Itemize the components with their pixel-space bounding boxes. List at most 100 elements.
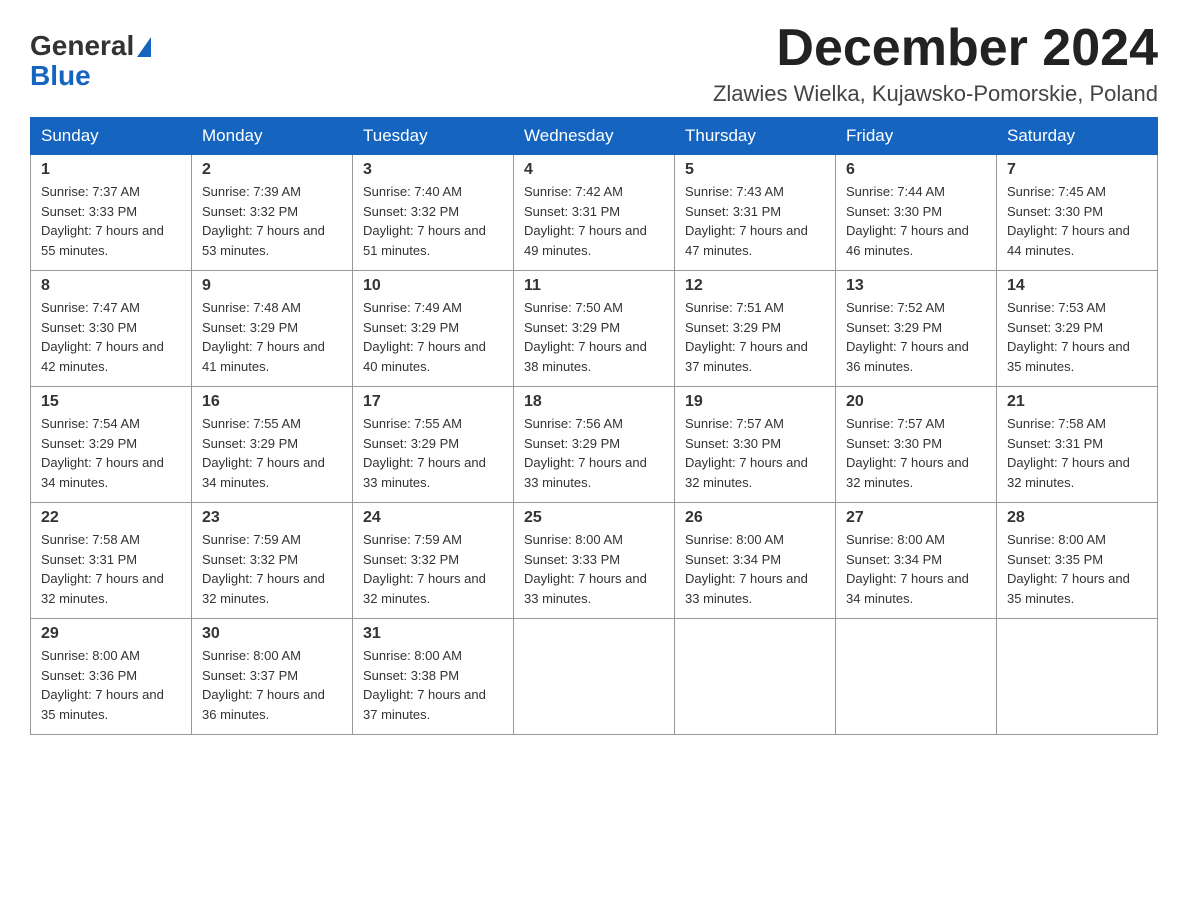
day-info: Sunrise: 7:49 AMSunset: 3:29 PMDaylight:… <box>363 298 503 376</box>
page: General Blue December 2024 Zlawies Wielk… <box>0 0 1188 765</box>
day-number: 16 <box>202 393 342 411</box>
calendar-cell: 20 Sunrise: 7:57 AMSunset: 3:30 PMDayligh… <box>836 387 997 503</box>
day-number: 31 <box>363 625 503 643</box>
calendar-cell: 19 Sunrise: 7:57 AMSunset: 3:30 PMDayligh… <box>675 387 836 503</box>
weekday-header-wednesday: Wednesday <box>514 118 675 155</box>
calendar-cell <box>675 619 836 735</box>
calendar-cell: 26 Sunrise: 8:00 AMSunset: 3:34 PMDayligh… <box>675 503 836 619</box>
header: General Blue December 2024 Zlawies Wielk… <box>30 20 1158 107</box>
calendar-cell: 23Sunrise: 7:59 AMSunset: 3:32 PMDayligh… <box>192 503 353 619</box>
day-number: 6 <box>846 161 986 179</box>
logo-row1: General <box>30 30 151 62</box>
calendar-cell: 6 Sunrise: 7:44 AMSunset: 3:30 PMDaylight… <box>836 155 997 271</box>
day-info: Sunrise: 7:40 AMSunset: 3:32 PMDaylight:… <box>363 182 503 260</box>
day-info: Sunrise: 7:48 AMSunset: 3:29 PMDaylight:… <box>202 298 342 376</box>
weekday-header-thursday: Thursday <box>675 118 836 155</box>
day-number: 23 <box>202 509 342 527</box>
day-info: Sunrise: 7:44 AMSunset: 3:30 PMDaylight:… <box>846 182 986 260</box>
calendar-cell: 1Sunrise: 7:37 AMSunset: 3:33 PMDaylight… <box>31 155 192 271</box>
day-number: 20 <box>846 393 986 411</box>
location-title: Zlawies Wielka, Kujawsko-Pomorskie, Pola… <box>713 81 1158 107</box>
calendar-cell: 31Sunrise: 8:00 AMSunset: 3:38 PMDayligh… <box>353 619 514 735</box>
calendar-cell: 22 Sunrise: 7:58 AMSunset: 3:31 PMDayligh… <box>31 503 192 619</box>
day-number: 10 <box>363 277 503 295</box>
day-info: Sunrise: 7:37 AMSunset: 3:33 PMDaylight:… <box>41 182 181 260</box>
calendar-cell: 10 Sunrise: 7:49 AMSunset: 3:29 PMDayligh… <box>353 271 514 387</box>
day-number: 4 <box>524 161 664 179</box>
day-info: Sunrise: 8:00 AMSunset: 3:34 PMDaylight:… <box>685 530 825 608</box>
calendar-cell: 28 Sunrise: 8:00 AMSunset: 3:35 PMDayligh… <box>997 503 1158 619</box>
day-number: 25 <box>524 509 664 527</box>
calendar-cell: 21 Sunrise: 7:58 AMSunset: 3:31 PMDayligh… <box>997 387 1158 503</box>
weekday-header-monday: Monday <box>192 118 353 155</box>
calendar-header: SundayMondayTuesdayWednesdayThursdayFrid… <box>31 118 1158 155</box>
week-row-2: 8 Sunrise: 7:47 AMSunset: 3:30 PMDaylight… <box>31 271 1158 387</box>
calendar-cell: 3 Sunrise: 7:40 AMSunset: 3:32 PMDaylight… <box>353 155 514 271</box>
weekday-header-friday: Friday <box>836 118 997 155</box>
calendar-cell <box>514 619 675 735</box>
day-info: Sunrise: 7:58 AMSunset: 3:31 PMDaylight:… <box>41 530 181 608</box>
day-number: 7 <box>1007 161 1147 179</box>
day-info: Sunrise: 7:50 AMSunset: 3:29 PMDaylight:… <box>524 298 664 376</box>
calendar-body: 1Sunrise: 7:37 AMSunset: 3:33 PMDaylight… <box>31 155 1158 735</box>
weekday-header-sunday: Sunday <box>31 118 192 155</box>
calendar-cell: 25Sunrise: 8:00 AMSunset: 3:33 PMDayligh… <box>514 503 675 619</box>
calendar-cell: 12 Sunrise: 7:51 AMSunset: 3:29 PMDayligh… <box>675 271 836 387</box>
day-info: Sunrise: 7:57 AMSunset: 3:30 PMDaylight:… <box>846 414 986 492</box>
day-info: Sunrise: 7:55 AMSunset: 3:29 PMDaylight:… <box>202 414 342 492</box>
logo-blue-text: Blue <box>30 60 151 92</box>
calendar-cell: 16 Sunrise: 7:55 AMSunset: 3:29 PMDayligh… <box>192 387 353 503</box>
day-number: 14 <box>1007 277 1147 295</box>
day-number: 17 <box>363 393 503 411</box>
day-number: 29 <box>41 625 181 643</box>
calendar-cell: 14Sunrise: 7:53 AMSunset: 3:29 PMDayligh… <box>997 271 1158 387</box>
day-info: Sunrise: 7:57 AMSunset: 3:30 PMDaylight:… <box>685 414 825 492</box>
day-number: 21 <box>1007 393 1147 411</box>
day-number: 18 <box>524 393 664 411</box>
day-info: Sunrise: 7:58 AMSunset: 3:31 PMDaylight:… <box>1007 414 1147 492</box>
calendar-cell: 11Sunrise: 7:50 AMSunset: 3:29 PMDayligh… <box>514 271 675 387</box>
day-number: 28 <box>1007 509 1147 527</box>
calendar-cell: 30Sunrise: 8:00 AMSunset: 3:37 PMDayligh… <box>192 619 353 735</box>
calendar-cell: 2Sunrise: 7:39 AMSunset: 3:32 PMDaylight… <box>192 155 353 271</box>
day-number: 19 <box>685 393 825 411</box>
calendar-cell: 24Sunrise: 7:59 AMSunset: 3:32 PMDayligh… <box>353 503 514 619</box>
weekday-header-saturday: Saturday <box>997 118 1158 155</box>
day-info: Sunrise: 7:42 AMSunset: 3:31 PMDaylight:… <box>524 182 664 260</box>
day-number: 2 <box>202 161 342 179</box>
day-info: Sunrise: 7:56 AMSunset: 3:29 PMDaylight:… <box>524 414 664 492</box>
calendar-cell: 29 Sunrise: 8:00 AMSunset: 3:36 PMDayligh… <box>31 619 192 735</box>
week-row-1: 1Sunrise: 7:37 AMSunset: 3:33 PMDaylight… <box>31 155 1158 271</box>
day-info: Sunrise: 8:00 AMSunset: 3:35 PMDaylight:… <box>1007 530 1147 608</box>
day-number: 3 <box>363 161 503 179</box>
calendar-cell: 4 Sunrise: 7:42 AMSunset: 3:31 PMDaylight… <box>514 155 675 271</box>
day-info: Sunrise: 8:00 AMSunset: 3:34 PMDaylight:… <box>846 530 986 608</box>
day-number: 15 <box>41 393 181 411</box>
day-number: 27 <box>846 509 986 527</box>
calendar-cell: 15 Sunrise: 7:54 AMSunset: 3:29 PMDayligh… <box>31 387 192 503</box>
day-info: Sunrise: 7:54 AMSunset: 3:29 PMDaylight:… <box>41 414 181 492</box>
day-info: Sunrise: 8:00 AMSunset: 3:37 PMDaylight:… <box>202 646 342 724</box>
calendar-cell: 7 Sunrise: 7:45 AMSunset: 3:30 PMDaylight… <box>997 155 1158 271</box>
logo-general-text: General <box>30 30 134 62</box>
day-info: Sunrise: 7:55 AMSunset: 3:29 PMDaylight:… <box>363 414 503 492</box>
day-number: 12 <box>685 277 825 295</box>
title-area: December 2024 Zlawies Wielka, Kujawsko-P… <box>713 20 1158 107</box>
weekday-header-tuesday: Tuesday <box>353 118 514 155</box>
day-info: Sunrise: 7:43 AMSunset: 3:31 PMDaylight:… <box>685 182 825 260</box>
day-number: 13 <box>846 277 986 295</box>
day-number: 22 <box>41 509 181 527</box>
day-info: Sunrise: 7:47 AMSunset: 3:30 PMDaylight:… <box>41 298 181 376</box>
day-info: Sunrise: 8:00 AMSunset: 3:36 PMDaylight:… <box>41 646 181 724</box>
calendar-cell: 9Sunrise: 7:48 AMSunset: 3:29 PMDaylight… <box>192 271 353 387</box>
logo: General Blue <box>30 30 151 92</box>
day-info: Sunrise: 7:51 AMSunset: 3:29 PMDaylight:… <box>685 298 825 376</box>
month-title: December 2024 <box>713 20 1158 77</box>
day-number: 8 <box>41 277 181 295</box>
day-number: 26 <box>685 509 825 527</box>
day-info: Sunrise: 7:45 AMSunset: 3:30 PMDaylight:… <box>1007 182 1147 260</box>
calendar-cell: 17 Sunrise: 7:55 AMSunset: 3:29 PMDayligh… <box>353 387 514 503</box>
calendar-cell: 27 Sunrise: 8:00 AMSunset: 3:34 PMDayligh… <box>836 503 997 619</box>
day-number: 24 <box>363 509 503 527</box>
calendar-cell <box>836 619 997 735</box>
